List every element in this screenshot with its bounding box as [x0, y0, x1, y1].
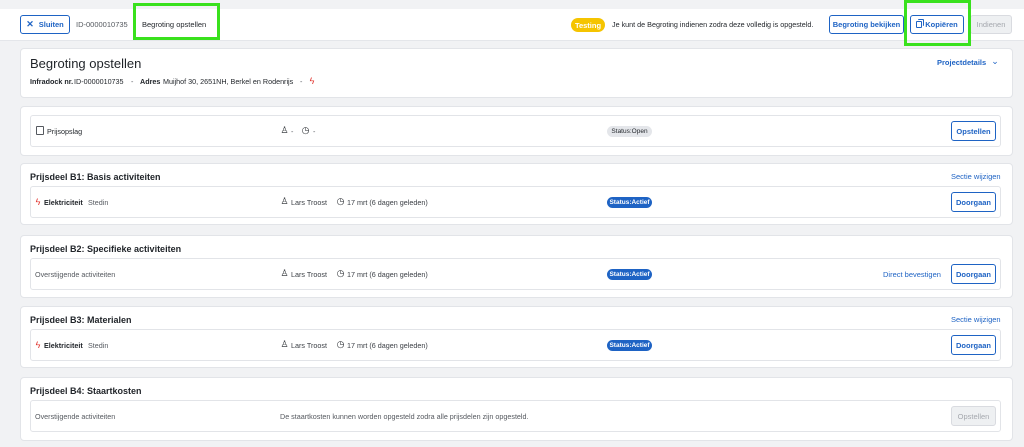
time-value: 17 mrt (6 dagen geleden): [347, 341, 428, 350]
view-budget-button[interactable]: Begroting bekijken: [829, 15, 904, 34]
compose-button[interactable]: Opstellen: [951, 121, 996, 141]
lightning-icon: ϟ: [309, 76, 315, 86]
user-icon: ♙: [280, 196, 289, 206]
status-badge: Status:Actief: [607, 340, 652, 351]
lightning-icon: ϟ: [35, 197, 41, 207]
lightning-icon: ϟ: [35, 340, 41, 350]
assignee-value: -: [291, 127, 294, 136]
chevron-down-icon[interactable]: ⌄: [990, 56, 1000, 66]
confirm-directly-link[interactable]: Direct bevestigen: [883, 270, 941, 279]
budget-header-card: Begroting opstellen Infradock nr. ID-000…: [20, 48, 1013, 98]
user-icon: ♙: [280, 125, 289, 135]
status-badge: Status:Open: [607, 126, 652, 137]
section-title: Prijsdeel B3: Materialen: [30, 315, 132, 325]
company-name: Stedin: [88, 341, 109, 350]
close-icon: ✕: [26, 19, 34, 29]
section-title: Prijsdeel B4: Staartkosten: [30, 386, 142, 396]
price-quote-row: Prijsopslag ♙ - ◷ - Status:Open Opstelle…: [30, 115, 1001, 147]
continue-button[interactable]: Doorgaan: [951, 264, 996, 284]
clock-icon: ◷: [336, 339, 345, 349]
infradock-value: ID-0000010735: [74, 77, 124, 86]
price-quote-label: Prijsopslag: [47, 127, 83, 136]
continue-button[interactable]: Doorgaan: [951, 335, 996, 355]
time-value: 17 mrt (6 dagen geleden): [347, 198, 428, 207]
disabled-message: De staartkosten kunnen worden opgesteld …: [280, 412, 529, 421]
edit-section-link[interactable]: Sectie wijzigen: [951, 315, 1001, 324]
address-label: Adres: [140, 77, 161, 86]
company-name: Stedin: [88, 198, 109, 207]
assignee-name: Lars Troost: [291, 198, 327, 207]
infradock-label: Infradock nr.: [30, 77, 74, 86]
compose-button[interactable]: Opstellen: [951, 406, 996, 426]
edit-section-link[interactable]: Sectie wijzigen: [951, 172, 1001, 181]
assignee-name: Lars Troost: [291, 341, 327, 350]
highlight-box-title: [133, 3, 220, 40]
activity-type: Elektriciteit: [44, 198, 83, 207]
separator-dot: -: [300, 77, 303, 86]
highlight-box-copy: [904, 0, 971, 46]
assignee-name: Lars Troost: [291, 270, 327, 279]
section-b2-row: Overstijgende activiteiten ♙ Lars Troost…: [30, 258, 1001, 290]
status-badge: Status:Actief: [607, 269, 652, 280]
activity-label: Overstijgende activiteiten: [35, 412, 116, 421]
page-title: Begroting opstellen: [30, 56, 142, 71]
project-details-link[interactable]: Projectdetails: [937, 58, 986, 67]
clock-icon: ◷: [336, 268, 345, 278]
user-icon: ♙: [280, 339, 289, 349]
calculator-icon: [36, 126, 44, 135]
status-badge: Status:Actief: [607, 197, 652, 208]
section-title: Prijsdeel B1: Basis activiteiten: [30, 172, 161, 182]
address-value: Muijhof 30, 2651NH, Berkel en Rodenrijs: [163, 77, 294, 86]
continue-button[interactable]: Doorgaan: [951, 192, 996, 212]
clock-icon: ◷: [301, 125, 310, 135]
clock-icon: ◷: [336, 196, 345, 206]
submit-button[interactable]: Indienen: [970, 15, 1012, 34]
time-value: 17 mrt (6 dagen geleden): [347, 270, 428, 279]
time-value: -: [313, 127, 316, 136]
activity-label: Overstijgende activiteiten: [35, 270, 116, 279]
separator-dot: -: [131, 77, 134, 86]
record-id: ID-0000010735: [76, 20, 128, 29]
section-title: Prijsdeel B2: Specifieke activiteiten: [30, 244, 182, 254]
section-b4-row: Overstijgende activiteiten De staartkost…: [30, 400, 1001, 432]
testing-badge: Testing: [571, 18, 605, 32]
activity-type: Elektriciteit: [44, 341, 83, 350]
section-b3-row: ϟ Elektriciteit Stedin ♙ Lars Troost ◷ 1…: [30, 329, 1001, 361]
close-button[interactable]: ✕ Sluiten: [20, 15, 70, 34]
section-b1-row: ϟ Elektriciteit Stedin ♙ Lars Troost ◷ 1…: [30, 186, 1001, 218]
submit-notice: Je kunt de Begroting indienen zodra deze…: [612, 20, 814, 29]
user-icon: ♙: [280, 268, 289, 278]
